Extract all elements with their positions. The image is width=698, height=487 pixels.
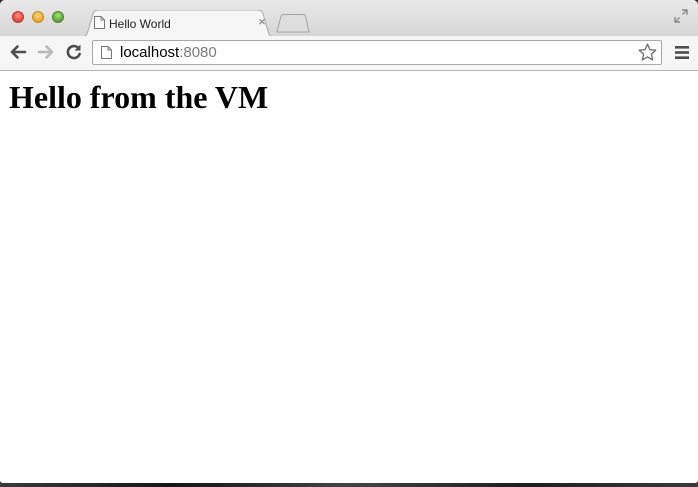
tab-title: Hello World <box>109 17 171 31</box>
new-tab-button[interactable] <box>276 14 310 33</box>
zoom-window-button[interactable] <box>52 11 64 23</box>
tab-hello-world[interactable]: Hello World × <box>80 10 276 37</box>
url-host: localhost <box>120 44 180 61</box>
url-port: :8080 <box>179 44 217 61</box>
browser-toolbar: localhost:8080 <box>0 36 698 71</box>
back-arrow-icon[interactable] <box>9 44 27 60</box>
tab-strip: Hello World × <box>0 0 698 37</box>
restore-window-icon[interactable] <box>674 9 688 23</box>
address-bar[interactable]: localhost:8080 <box>92 40 662 65</box>
url-text[interactable]: localhost:8080 <box>120 44 217 61</box>
reload-icon[interactable] <box>65 43 83 61</box>
minimize-window-button[interactable] <box>32 11 44 23</box>
page-icon <box>101 46 112 59</box>
forward-arrow-icon[interactable] <box>37 44 55 60</box>
browser-window: Hello World × localhost:8080 Hello from … <box>0 0 698 483</box>
page-icon <box>94 16 105 29</box>
close-window-button[interactable] <box>12 11 24 23</box>
star-icon[interactable] <box>638 43 657 62</box>
desktop-background <box>0 483 698 487</box>
hamburger-menu-icon[interactable] <box>675 46 689 59</box>
page-heading: Hello from the VM <box>9 79 269 115</box>
page-content: Hello from the VM <box>0 71 698 483</box>
tab-close-icon[interactable]: × <box>256 15 268 29</box>
